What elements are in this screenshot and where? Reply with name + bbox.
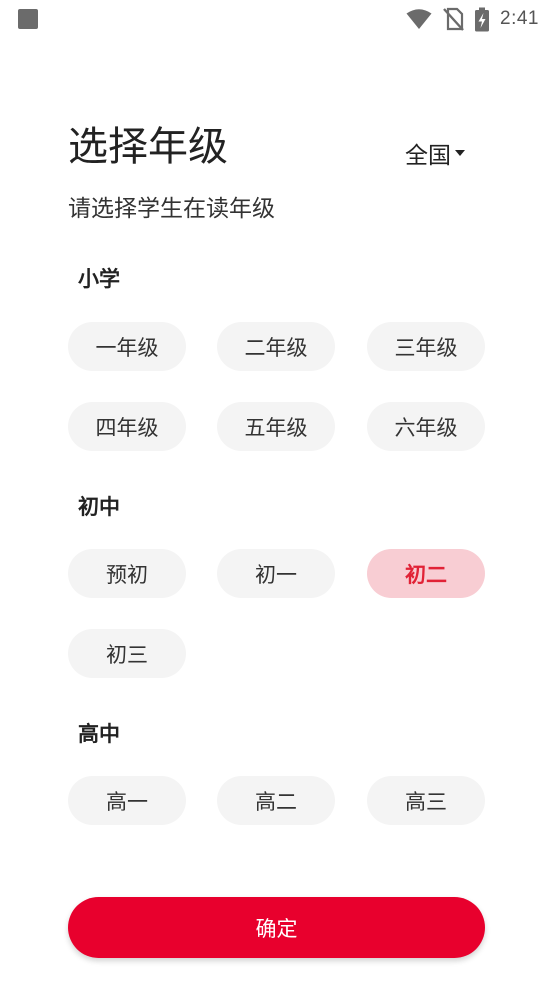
section-title-junior: 初中 — [78, 495, 120, 519]
grade-chip-5[interactable]: 五年级 — [217, 402, 335, 451]
section-title-primary: 小学 — [78, 267, 120, 291]
grade-chip-2[interactable]: 二年级 — [217, 322, 335, 371]
region-selector[interactable]: 全国 — [405, 136, 466, 170]
battery-charging-icon — [475, 7, 490, 31]
section-title-senior: 高中 — [78, 722, 120, 746]
grade-chip-1[interactable]: 一年级 — [68, 322, 186, 371]
dropdown-arrow-icon — [455, 150, 465, 156]
page-subtitle: 请选择学生在读年级 — [68, 196, 275, 222]
wifi-icon — [406, 9, 432, 29]
grade-chip-junior-2-selected[interactable]: 初二 — [367, 549, 485, 598]
confirm-button[interactable]: 确定 — [68, 897, 485, 958]
grade-chip-senior-3[interactable]: 高三 — [367, 776, 485, 825]
no-sim-icon — [443, 7, 464, 31]
grade-chip-3[interactable]: 三年级 — [367, 322, 485, 371]
grade-chip-junior-3[interactable]: 初三 — [68, 629, 186, 678]
grade-chip-6[interactable]: 六年级 — [367, 402, 485, 451]
page-title: 选择年级 — [68, 124, 228, 170]
notification-square-icon — [18, 9, 38, 29]
region-label: 全国 — [405, 143, 451, 169]
status-icons: 2:41 — [406, 6, 539, 32]
grade-chip-pre-junior[interactable]: 预初 — [68, 549, 186, 598]
grade-chip-4[interactable]: 四年级 — [68, 402, 186, 451]
grade-chip-senior-1[interactable]: 高一 — [68, 776, 186, 825]
grade-chip-senior-2[interactable]: 高二 — [217, 776, 335, 825]
status-time: 2:41 — [500, 8, 539, 29]
status-bar: 2:41 — [0, 0, 553, 38]
grade-chip-junior-1[interactable]: 初一 — [217, 549, 335, 598]
